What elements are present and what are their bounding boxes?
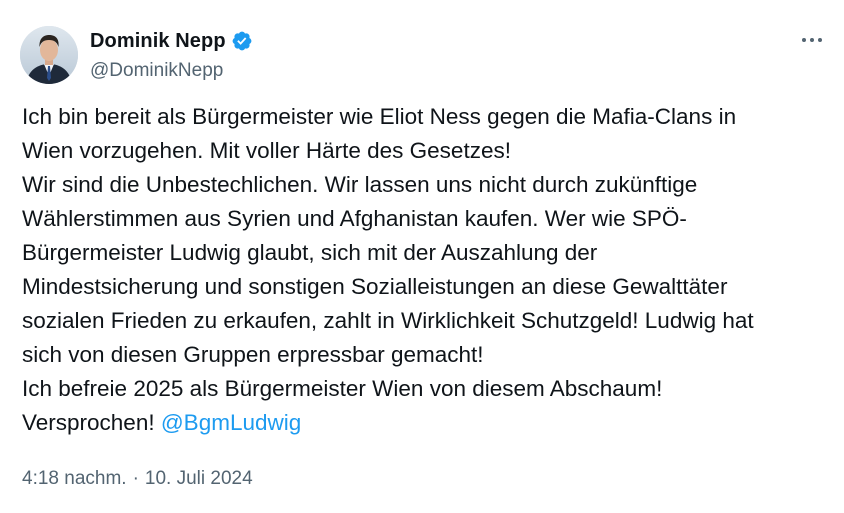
tweet-header: Dominik Nepp @DominikNepp	[20, 24, 830, 88]
verified-badge-icon[interactable]	[231, 30, 253, 52]
mention-link[interactable]: @BgmLudwig	[161, 410, 301, 435]
tweet-card: Dominik Nepp @DominikNepp Ich bin bereit…	[0, 0, 844, 513]
more-options-icon	[802, 38, 822, 42]
avatar-photo-icon	[20, 26, 78, 84]
tweet-timestamp: 4:18 nachm. · 10. Juli 2024	[22, 468, 253, 490]
tweet-text: Ich bin bereit als Bürgermeister wie Eli…	[22, 100, 830, 440]
display-name-row: Dominik Nepp	[90, 28, 253, 54]
more-options-button[interactable]	[798, 30, 826, 50]
display-name[interactable]: Dominik Nepp	[90, 30, 226, 53]
author-handle[interactable]: @DominikNepp	[90, 60, 253, 82]
tweet-date[interactable]: 10. Juli 2024	[145, 468, 253, 490]
author-names: Dominik Nepp @DominikNepp	[90, 28, 253, 82]
tweet-body-text: Ich bin bereit als Bürgermeister wie Eli…	[22, 104, 754, 435]
meta-separator: ·	[132, 468, 139, 489]
tweet-time[interactable]: 4:18 nachm.	[22, 468, 127, 490]
avatar[interactable]	[20, 26, 78, 84]
